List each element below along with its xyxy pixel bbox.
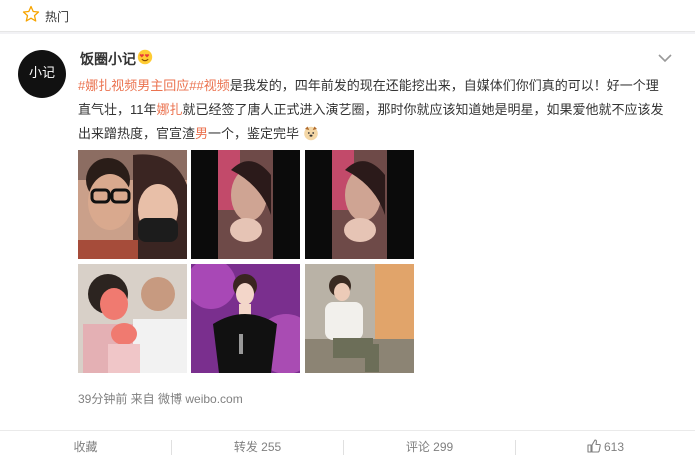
post-photo-6[interactable] xyxy=(305,264,414,373)
chevron-down-icon[interactable] xyxy=(657,52,673,64)
hashtag-link[interactable]: #娜扎视频男主回应# xyxy=(78,78,196,93)
username[interactable]: 饭圈小记 xyxy=(80,49,136,69)
heart-eyes-emoji-icon xyxy=(137,49,153,65)
top-bar: 热门 xyxy=(0,0,695,32)
post-photo-1[interactable] xyxy=(78,150,187,259)
post-photo-2[interactable] xyxy=(191,150,300,259)
repost-button[interactable]: 转发 255 xyxy=(172,431,343,464)
keyword-link[interactable]: 男 xyxy=(195,126,208,141)
post-text-segment: 一个，鉴定完毕 xyxy=(208,126,300,141)
action-bar: 收藏 转发 255 评论 299 613 xyxy=(0,430,695,464)
dog-face-emoji-icon xyxy=(303,126,318,141)
post-meta: 39分钟前 来自 微博 weibo.com xyxy=(78,392,243,406)
hot-label[interactable]: 热门 xyxy=(45,8,69,25)
comment-button[interactable]: 评论 299 xyxy=(344,431,515,464)
post-photo-4[interactable] xyxy=(78,264,187,373)
thumbs-up-icon xyxy=(587,439,601,453)
favorite-button[interactable]: 收藏 xyxy=(0,431,171,464)
star-icon[interactable] xyxy=(22,5,40,23)
post-text: #娜扎视频男主回应##视频是我发的，四年前发的现在还能挖出来，自媒体们你们真的可… xyxy=(78,74,670,146)
avatar[interactable]: 小记 xyxy=(18,50,66,98)
weibo-post-card: 小记 饭圈小记 #娜扎视频男主回应##视频是我发的，四年前发的现在还能挖出来，自… xyxy=(0,34,695,464)
keyword-link[interactable]: 娜扎 xyxy=(157,102,183,117)
post-photo-3[interactable] xyxy=(305,150,414,259)
like-button[interactable]: 613 xyxy=(516,431,695,464)
like-count: 613 xyxy=(603,440,625,454)
post-photo-5[interactable] xyxy=(191,264,300,373)
hashtag-link[interactable]: #视频 xyxy=(196,78,229,93)
